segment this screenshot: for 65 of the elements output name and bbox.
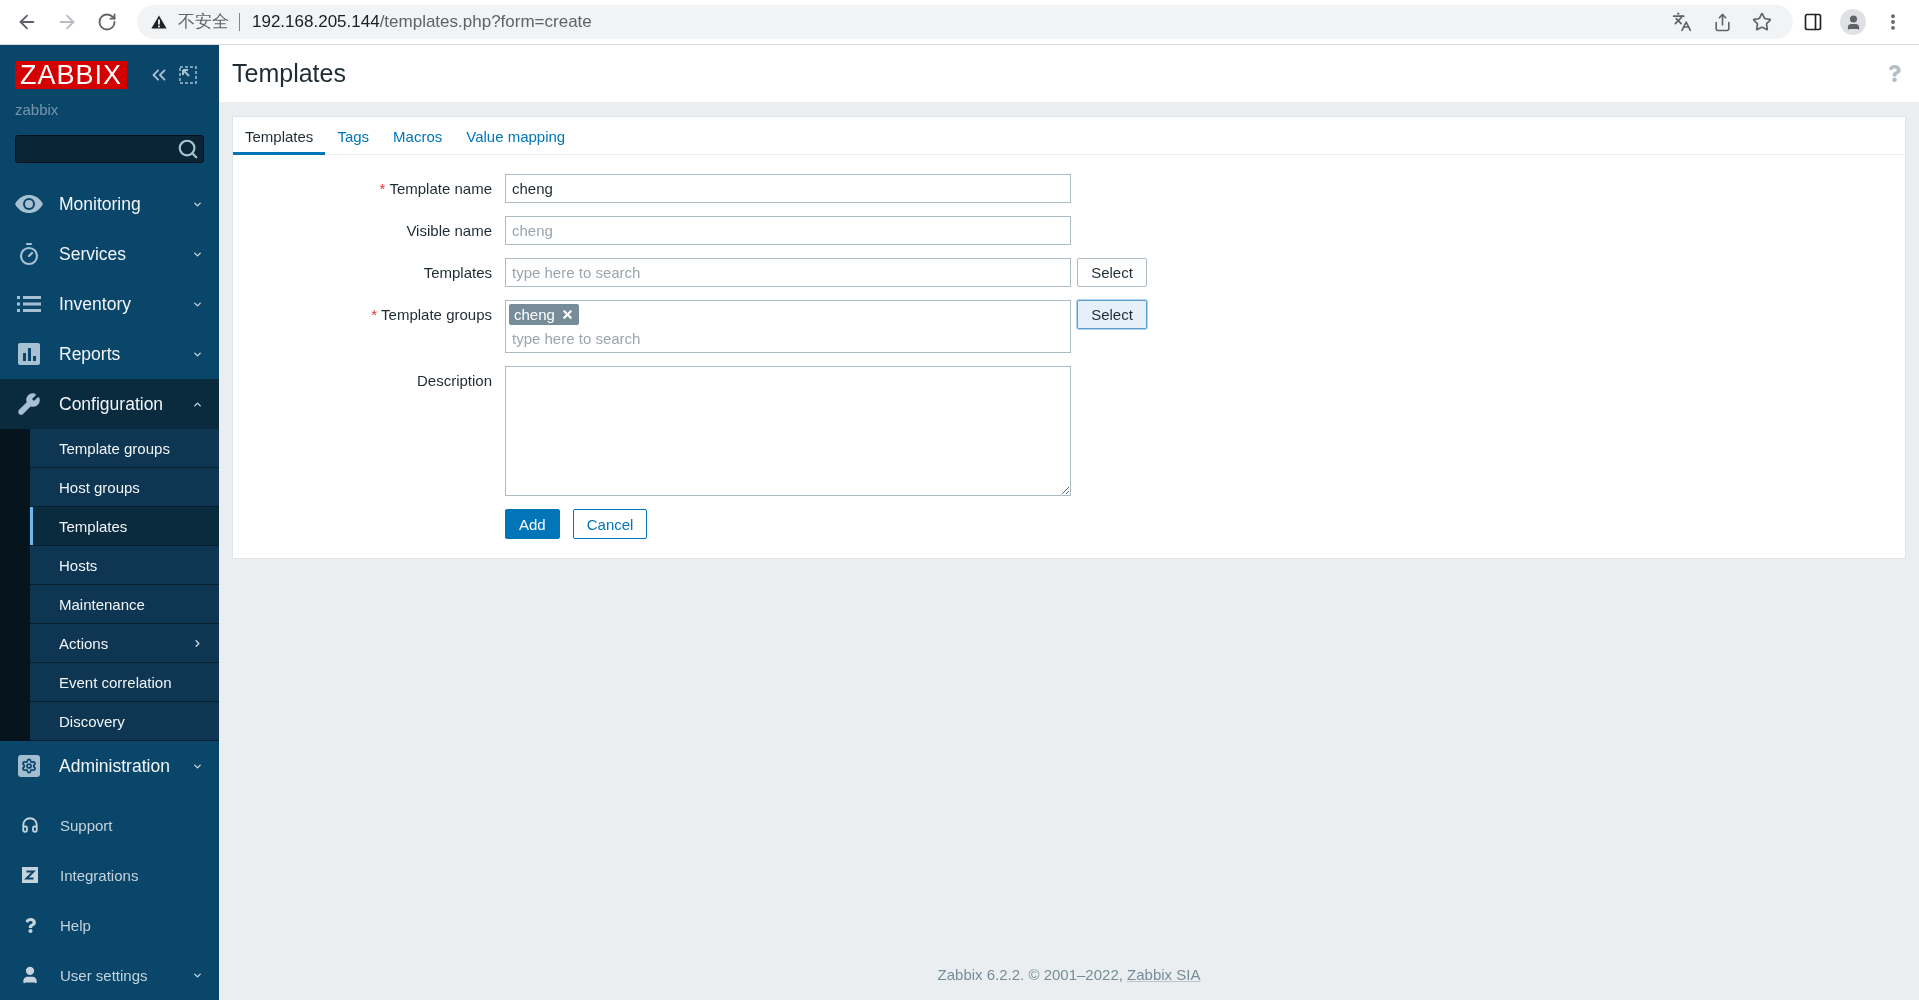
stopwatch-icon (17, 242, 41, 266)
search-field[interactable] (15, 135, 204, 163)
menu-item[interactable]: Reports (0, 329, 219, 379)
field-label: Templates (423, 264, 492, 281)
address-bar[interactable]: 不安全 192.168.205.144/templates.php?form=create (137, 5, 1793, 39)
avatar-icon[interactable] (1840, 9, 1866, 35)
nav-link[interactable]: Integrations (0, 850, 219, 900)
fullscreen-icon[interactable] (179, 66, 198, 84)
headset-icon (21, 816, 39, 834)
submenu-item[interactable]: Host groups (30, 468, 219, 507)
submenu-item[interactable]: Maintenance (30, 585, 219, 624)
tag-label: cheng (514, 306, 555, 323)
user-icon (20, 965, 40, 985)
submenu-item[interactable]: Actions (30, 624, 219, 663)
search-icon[interactable] (177, 138, 199, 160)
field-label: Template name (389, 180, 492, 197)
nav-link[interactable]: User settings (0, 950, 219, 1000)
tab[interactable]: Tags (325, 117, 382, 155)
submenu-item[interactable]: Discovery (30, 702, 219, 741)
share-icon[interactable] (1712, 12, 1732, 32)
submenu-item[interactable]: Templates (30, 507, 219, 546)
translate-icon[interactable] (1672, 12, 1692, 32)
submenu-item[interactable]: Hosts (30, 546, 219, 585)
field-label: Visible name (406, 222, 492, 239)
server-name: zabbix (15, 101, 59, 119)
z-logo-icon (22, 867, 38, 883)
menu-item[interactable]: Inventory (0, 279, 219, 329)
required-mark: * (379, 180, 386, 197)
field-label: Description (416, 372, 492, 389)
nav-link[interactable]: Support (0, 800, 219, 850)
gear-icon (18, 755, 40, 777)
eye-icon (15, 195, 43, 213)
list-icon (17, 296, 41, 312)
text-field[interactable]: cheng (505, 174, 1071, 203)
menu-item[interactable]: Monitoring (0, 179, 219, 229)
submenu-item[interactable]: Event correlation (30, 663, 219, 702)
menu-item[interactable]: Services (0, 229, 219, 279)
bar-chart-icon (18, 343, 40, 365)
description-field[interactable] (505, 366, 1071, 496)
tab[interactable]: Templates (233, 117, 326, 155)
tab[interactable]: Macros (381, 117, 455, 155)
reload-icon[interactable] (97, 12, 117, 32)
select-button[interactable]: Select (1077, 300, 1147, 329)
warning-icon[interactable] (151, 15, 167, 29)
wrench-icon (17, 392, 41, 416)
select-button[interactable]: Select (1077, 258, 1147, 287)
field-label: Template groups (381, 306, 492, 323)
close-icon[interactable] (560, 308, 574, 321)
submenu-item[interactable]: Template groups (30, 429, 219, 468)
nav-link[interactable]: Help (0, 900, 219, 950)
menu-item[interactable]: Administration (0, 741, 219, 791)
page-title: Templates (232, 59, 346, 88)
zabbix-logo[interactable]: ZABBIX (15, 61, 128, 89)
url-text: 192.168.205.144/templates.php?form=create (252, 12, 593, 32)
side-panel-icon[interactable] (1803, 12, 1823, 32)
text-field[interactable]: cheng (505, 216, 1071, 245)
tab[interactable]: Value mapping (454, 117, 578, 155)
multiselect-field[interactable]: type here to search (505, 258, 1071, 287)
required-mark: * (371, 306, 378, 323)
add-button[interactable]: Add (505, 509, 560, 539)
footer-text: Zabbix 6.2.2. © 2001–2022, Zabbix SIA (936, 966, 1202, 985)
star-icon[interactable] (1752, 12, 1772, 32)
menu-item[interactable]: Configuration (0, 379, 219, 429)
cancel-button[interactable]: Cancel (572, 509, 648, 539)
security-label: 不安全 (178, 13, 240, 31)
